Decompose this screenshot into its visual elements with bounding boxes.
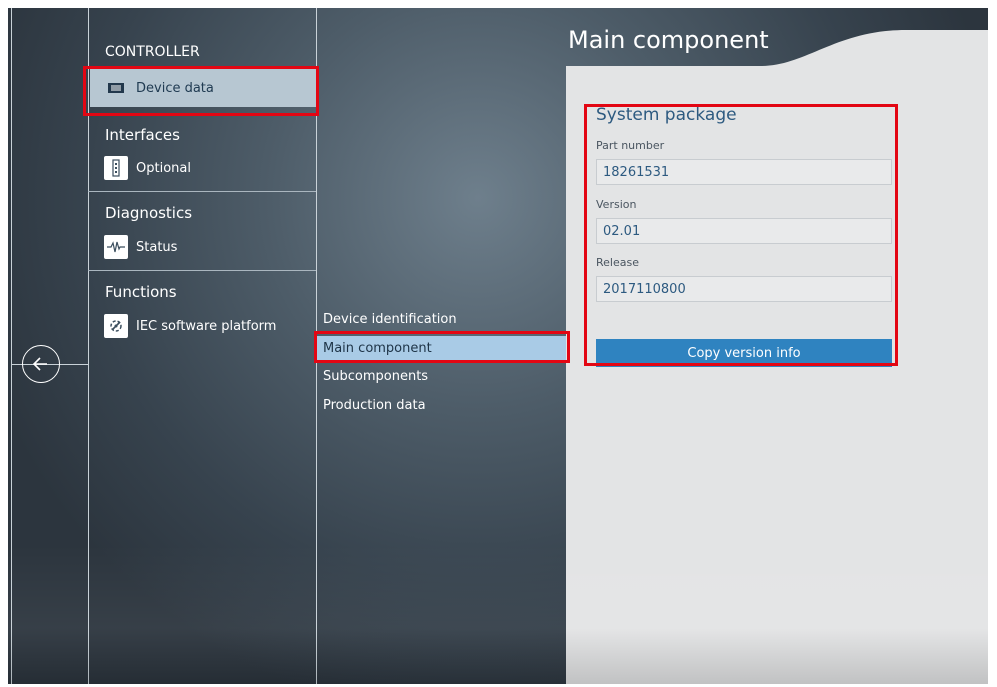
submenu-item-label: Subcomponents xyxy=(323,368,429,384)
sidebar-title: CONTROLLER xyxy=(105,44,200,60)
submenu-item-device-identification[interactable]: Device identification xyxy=(316,307,567,331)
page-title: Main component xyxy=(568,26,769,54)
submenu-item-subcomponents[interactable]: Subcomponents xyxy=(316,364,567,388)
submenu-item-production-data[interactable]: Production data xyxy=(316,393,567,417)
sidebar: CONTROLLER Device data Interfaces Option… xyxy=(88,36,317,684)
section-title-interfaces: Interfaces xyxy=(105,126,180,144)
divider xyxy=(88,191,316,192)
version-field: 02.01 xyxy=(596,218,892,244)
section-title-diagnostics: Diagnostics xyxy=(105,204,193,222)
sidebar-item-device-data[interactable]: Device data xyxy=(90,69,317,107)
part-number-label: Part number xyxy=(596,139,665,152)
back-button[interactable] xyxy=(22,345,60,383)
version-label: Version xyxy=(596,198,637,211)
part-number-field: 18261531 xyxy=(596,159,892,185)
submenu-item-label: Main component xyxy=(323,340,432,356)
sidebar-item-optional[interactable]: Optional xyxy=(90,149,317,187)
app-window: CONTROLLER Device data Interfaces Option… xyxy=(8,8,988,684)
group-title: System package xyxy=(596,105,737,125)
release-label: Release xyxy=(596,256,639,269)
sidebar-item-label: Optional xyxy=(136,160,191,176)
part-number-value: 18261531 xyxy=(603,164,670,180)
submenu-item-label: Device identification xyxy=(323,311,457,327)
sidebar-item-iec-software-platform[interactable]: IEC software platform xyxy=(90,307,317,345)
submenu-item-label: Production data xyxy=(323,397,426,413)
section-title-functions: Functions xyxy=(105,283,177,301)
status-pulse-icon xyxy=(104,235,128,259)
device-data-icon xyxy=(104,76,128,100)
sidebar-item-label: Status xyxy=(136,239,178,255)
iec-platform-icon xyxy=(104,314,128,338)
release-value: 2017110800 xyxy=(603,281,686,297)
divider xyxy=(88,270,316,271)
frame-line xyxy=(11,8,12,684)
copy-version-info-button[interactable]: Copy version info xyxy=(596,339,892,367)
submenu-item-main-component[interactable]: Main component xyxy=(316,336,567,360)
version-value: 02.01 xyxy=(603,223,641,239)
sidebar-item-status[interactable]: Status xyxy=(90,228,317,266)
sidebar-item-label: IEC software platform xyxy=(136,318,277,334)
arrow-left-icon xyxy=(32,357,47,371)
release-field: 2017110800 xyxy=(596,276,892,302)
optional-interface-icon xyxy=(104,156,128,180)
sidebar-item-label: Device data xyxy=(136,80,214,96)
